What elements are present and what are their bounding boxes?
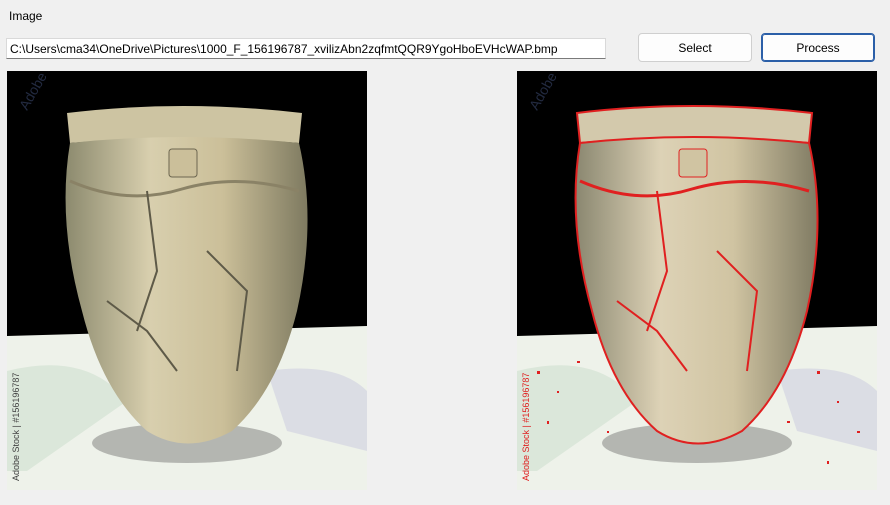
original-image: Adobe Stock Adobe Stock | #156196787 — [7, 71, 367, 490]
select-button[interactable]: Select — [638, 33, 752, 62]
processed-image: Adobe Stock Adobe Stock | #156196787 — [517, 71, 877, 490]
image-path-field[interactable]: C:\Users\cma34\OneDrive\Pictures\1000_F_… — [6, 38, 606, 59]
process-button-label: Process — [796, 40, 840, 55]
stock-id-left: Adobe Stock | #156196787 — [11, 373, 21, 481]
select-button-label: Select — [678, 40, 712, 55]
image-label: Image — [9, 9, 43, 23]
stock-id-right: Adobe Stock | #156196787 — [521, 373, 531, 481]
process-button[interactable]: Process — [761, 33, 875, 62]
image-path-text: C:\Users\cma34\OneDrive\Pictures\1000_F_… — [10, 42, 558, 56]
